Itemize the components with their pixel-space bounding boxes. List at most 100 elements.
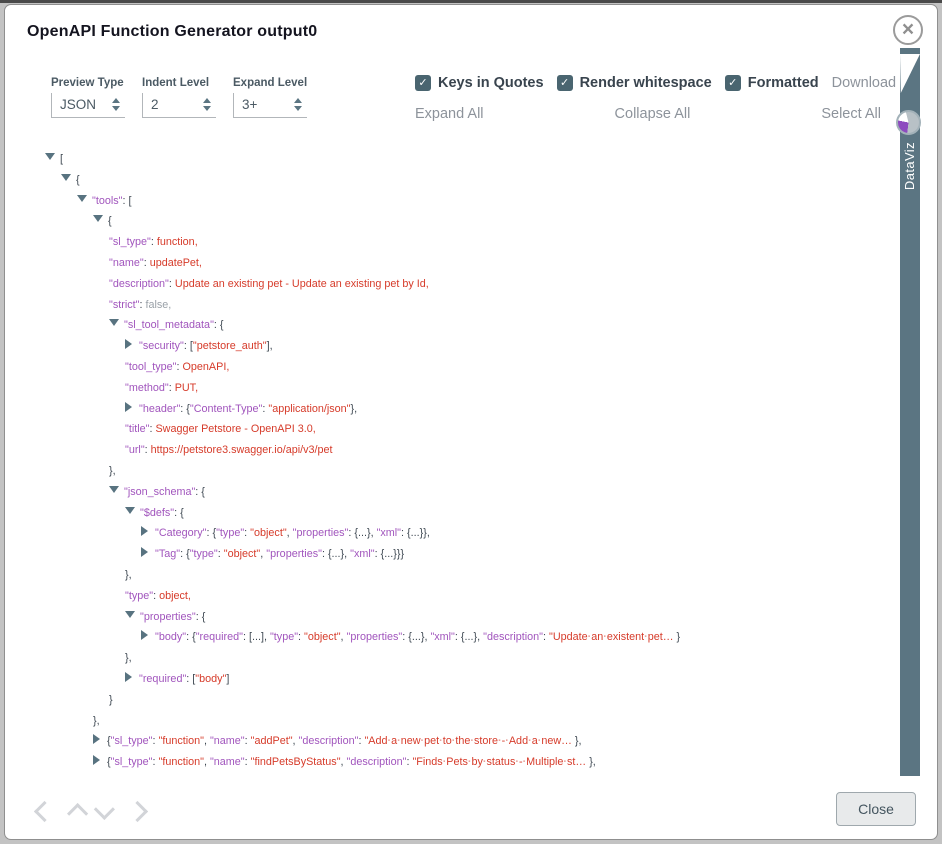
json-key: "$defs" <box>140 507 174 519</box>
dataviz-tab-label: DataViz <box>902 142 917 190</box>
tree-line: "required": ["body"] <box>5 669 897 690</box>
json-key: "Tag" <box>155 548 180 560</box>
tree-line: "type": object, <box>5 586 897 607</box>
stepper-field-preview-type: Preview Type JSON <box>51 77 125 118</box>
json-string-value: "Finds <box>412 756 442 768</box>
checked-checkbox-icon[interactable] <box>725 75 741 91</box>
download-link[interactable]: Download <box>832 75 897 91</box>
json-string-value: status <box>487 756 516 768</box>
triangle-down-icon[interactable] <box>125 611 135 618</box>
json-string-value: PUT, <box>175 382 198 394</box>
json-punctuation: { <box>108 215 112 227</box>
field-input[interactable]: JSON <box>51 93 125 118</box>
tree-line: "tools": [ <box>5 191 897 212</box>
json-punctuation: {...} <box>461 631 477 643</box>
triangle-down-icon[interactable] <box>109 319 119 326</box>
checkbox-formatted[interactable]: Formatted <box>725 75 819 91</box>
json-tree-view: [{"tools": [{"sl_type": function,"name":… <box>5 149 897 779</box>
select-all-link[interactable]: Select All <box>821 106 881 122</box>
checkbox-render-whitespace[interactable]: Render whitespace <box>557 75 712 91</box>
json-key: "security" <box>139 340 184 352</box>
tree-line: "body": {"required": [...], "type": "obj… <box>5 627 897 648</box>
up-down-stepper-icon[interactable] <box>294 98 302 111</box>
json-punctuation: }, <box>423 527 430 539</box>
json-key: "title" <box>125 423 149 435</box>
triangle-right-icon[interactable] <box>141 526 148 536</box>
chevron-right-icon[interactable] <box>127 801 148 822</box>
json-string-value: "body" <box>195 673 226 685</box>
field-input[interactable]: 2 <box>142 93 216 118</box>
json-key: "method" <box>125 382 169 394</box>
tree-line: }, <box>5 565 897 586</box>
triangle-right-icon[interactable] <box>125 402 132 412</box>
tree-line: {"sl_type": "function", "name": "addPet"… <box>5 731 897 752</box>
field-label: Preview Type <box>51 77 125 89</box>
json-key: "url" <box>125 444 145 456</box>
tree-line: { <box>5 170 897 191</box>
json-key: "properties" <box>140 611 196 623</box>
json-punctuation: }, <box>586 756 596 768</box>
tree-line: "$defs": { <box>5 503 897 524</box>
checkbox-keys-in-quotes[interactable]: Keys in Quotes <box>415 75 544 91</box>
triangle-down-icon[interactable] <box>125 507 135 514</box>
expand-all-link[interactable]: Expand All <box>415 106 484 122</box>
close-icon[interactable] <box>893 15 923 45</box>
json-punctuation: {...} <box>408 631 424 643</box>
tree-line: { <box>5 211 897 232</box>
json-key: "xml" <box>350 548 374 560</box>
checked-checkbox-icon[interactable] <box>415 75 431 91</box>
json-string-value: "application/json" <box>268 403 350 415</box>
triangle-right-icon[interactable] <box>141 630 148 640</box>
triangle-right-icon[interactable] <box>93 734 100 744</box>
json-punctuation: ], <box>267 340 273 352</box>
tree-line: } <box>5 690 897 711</box>
json-punctuation: }, <box>125 652 132 664</box>
checkbox-label: Keys in Quotes <box>438 75 544 91</box>
json-key: "type" <box>216 527 244 539</box>
triangle-right-icon[interactable] <box>141 547 148 557</box>
triangle-down-icon[interactable] <box>45 153 55 160</box>
triangle-right-icon[interactable] <box>93 755 100 765</box>
json-string-value: "object" <box>250 527 286 539</box>
json-key: "name" <box>109 257 144 269</box>
field-input[interactable]: 3+ <box>233 93 307 118</box>
up-down-stepper-icon[interactable] <box>203 98 211 111</box>
json-string-value: new <box>401 735 421 747</box>
json-key: "strict" <box>109 299 139 311</box>
json-key: "tool_type" <box>125 361 177 373</box>
triangle-down-icon[interactable] <box>61 174 71 181</box>
json-key: "name" <box>210 735 245 747</box>
json-string-value: Swagger Petstore - OpenAPI 3.0, <box>155 423 315 435</box>
up-down-stepper-icon[interactable] <box>112 98 120 111</box>
json-literal-value: false, <box>145 299 171 311</box>
json-key: "type" <box>270 631 298 643</box>
triangle-right-icon[interactable] <box>125 339 132 349</box>
tree-line: {"sl_type": "function", "name": "findPet… <box>5 752 897 773</box>
triangle-down-icon[interactable] <box>93 215 103 222</box>
json-punctuation: }, <box>125 569 132 581</box>
dataviz-tab-notch <box>900 54 920 93</box>
json-string-value: "findPetsByStatus" <box>251 756 341 768</box>
json-string-value: "function" <box>158 735 203 747</box>
close-button[interactable]: Close <box>836 792 916 826</box>
triangle-right-icon[interactable] <box>125 672 132 682</box>
json-key: "properties" <box>293 527 349 539</box>
json-key: "sl_type" <box>109 236 151 248</box>
tree-line: }, <box>5 648 897 669</box>
checked-checkbox-icon[interactable] <box>557 75 573 91</box>
json-string-value: "object" <box>304 631 340 643</box>
tree-line: "Tag": {"type": "object", "properties": … <box>5 544 897 565</box>
json-key: "description" <box>347 756 407 768</box>
dataviz-tab-strip[interactable]: DataViz <box>900 48 920 776</box>
triangle-down-icon[interactable] <box>109 486 119 493</box>
stepper-field-expand-level: Expand Level3+ <box>233 77 307 118</box>
json-key: "type" <box>125 590 153 602</box>
json-punctuation: { <box>76 174 80 186</box>
json-key: "properties" <box>266 548 322 560</box>
chevron-left-icon[interactable] <box>34 801 55 822</box>
collapse-all-link[interactable]: Collapse All <box>615 106 691 122</box>
chevron-up-icon[interactable] <box>67 803 88 824</box>
chevron-down-icon[interactable] <box>94 799 115 820</box>
json-string-value: an <box>591 631 603 643</box>
triangle-down-icon[interactable] <box>77 195 87 202</box>
